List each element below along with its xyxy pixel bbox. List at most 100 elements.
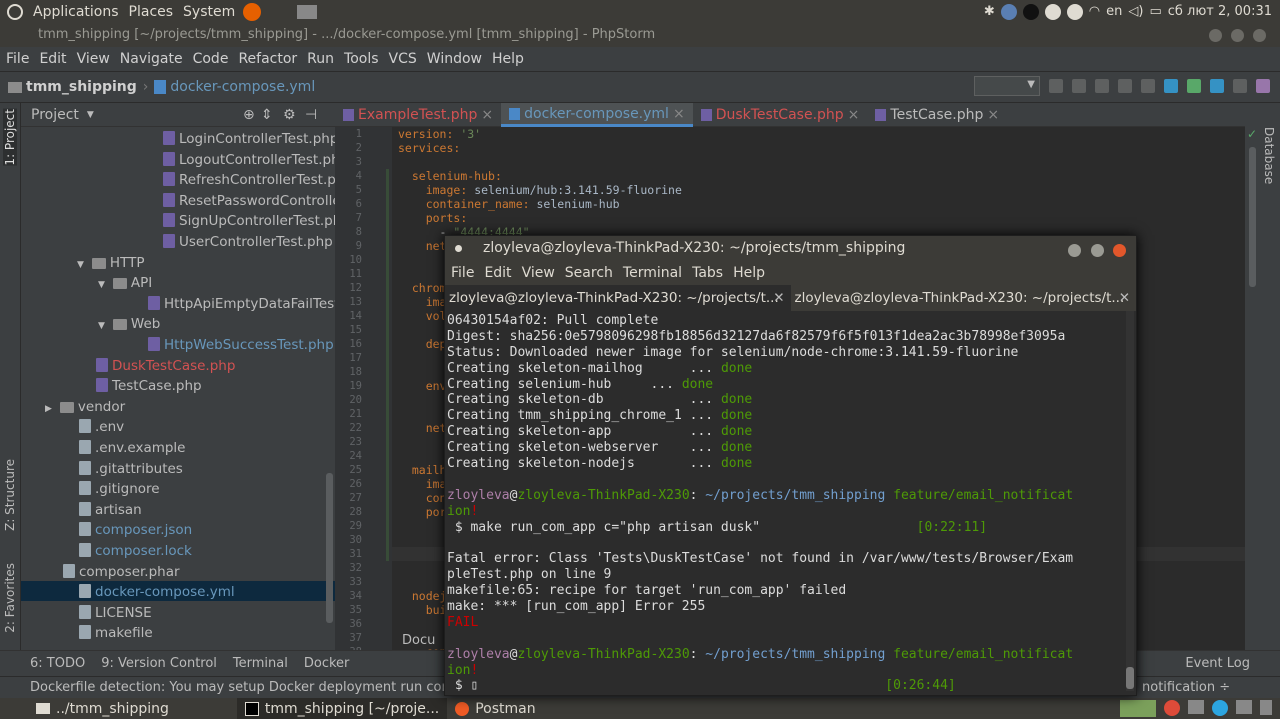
run-config-dropdown[interactable]: ▼ [974,76,1040,96]
close-icon[interactable]: ✕ [1119,285,1130,311]
tree-item[interactable]: composer.phar [21,562,335,582]
editor-tab[interactable]: docker-compose.yml × [501,103,693,127]
menu-file[interactable]: File [6,51,29,67]
tree-item[interactable]: docker-compose.yml [21,582,335,602]
tree-item[interactable]: makefile [21,623,335,643]
tree-item[interactable]: LoginControllerTest.php [21,129,335,149]
terminal-minimize-button[interactable] [1068,244,1082,257]
collapse-icon[interactable]: ⇕ [261,107,273,123]
tree-item[interactable]: SignUpControllerTest.php [21,211,335,231]
trash-icon[interactable] [1260,700,1272,715]
profile-icon[interactable] [1118,79,1132,93]
terminal-launcher-icon[interactable] [297,4,318,19]
terminal-tab-2[interactable]: zloyleva@zloyleva-ThinkPad-X230: ~/proje… [791,285,1137,311]
tree-item[interactable]: ResetPasswordControllerTe [21,191,335,211]
chrome-icon[interactable] [1164,700,1180,716]
menu-window[interactable]: Window [427,51,482,67]
task-phpstorm[interactable]: tmm_shipping [~/proje... [236,698,448,719]
locate-icon[interactable]: ⊕ [243,107,255,123]
tree-item[interactable]: .env.example [21,438,335,458]
terminal-menu-terminal[interactable]: Terminal [623,265,682,281]
revert-icon[interactable] [1256,79,1270,93]
menu-edit[interactable]: Edit [39,51,66,67]
close-button[interactable] [1253,29,1266,42]
menu-run[interactable]: Run [307,51,334,67]
menu-code[interactable]: Code [193,51,229,67]
volume-icon[interactable]: ◁) [1128,4,1143,19]
tray-app-icon[interactable] [1000,3,1017,20]
tree-item[interactable]: TestCase.php [21,376,335,396]
menu-navigate[interactable]: Navigate [120,51,183,67]
chevron-down-icon[interactable]: ▼ [87,110,94,120]
vcs-commit-icon[interactable] [1187,79,1201,93]
bluetooth-icon[interactable]: ✱ [984,4,995,19]
vcs-compare-icon[interactable] [1210,79,1224,93]
chevron-down-icon[interactable]: ▼ [77,260,84,270]
terminal-menu-file[interactable]: File [451,265,474,281]
tree-item[interactable]: LICENSE [21,603,335,623]
notification-indicator[interactable]: notification ÷ [1142,677,1230,698]
close-icon[interactable]: ✕ [773,285,784,311]
version-control-tool-tab[interactable]: 9: Version Control [101,656,217,671]
tree-item[interactable]: ▶ vendor [21,397,335,417]
tree-item[interactable]: RefreshControllerTest.php [21,170,335,190]
tree-item[interactable]: ▼ HTTP [21,253,335,273]
menu-refactor[interactable]: Refactor [238,51,297,67]
ubuntu-logo-icon[interactable] [7,3,23,20]
editor-footer-tab[interactable]: Docu [402,633,435,648]
terminal-output[interactable]: 06430154af02: Pull complete Digest: sha25… [445,311,1136,695]
database-tool-tab[interactable]: Database [1262,127,1276,184]
workspace-switcher-icon[interactable] [1120,700,1156,717]
tree-item[interactable]: composer.json [21,520,335,540]
stop-icon[interactable] [1141,79,1155,93]
terminal-close-button[interactable] [1113,244,1126,257]
window2-icon[interactable] [1236,700,1252,714]
terminal-menu-search[interactable]: Search [565,265,613,281]
editor-tab[interactable]: TestCase.php × [867,103,1007,127]
tree-item[interactable]: HttpApiEmptyDataFailTest.ph [21,294,335,314]
tree-item[interactable]: LogoutControllerTest.php [21,150,335,170]
tree-item[interactable]: .gitattributes [21,459,335,479]
vcs-history-icon[interactable] [1233,79,1247,93]
tray-record-icon[interactable] [1044,3,1061,20]
terminal-scroll-thumb[interactable] [1126,667,1134,689]
coverage-icon[interactable] [1095,79,1109,93]
terminal-menu-help[interactable]: Help [733,265,765,281]
maximize-button[interactable] [1230,29,1244,42]
language-indicator[interactable]: en [1106,4,1122,19]
tree-item[interactable]: .gitignore [21,479,335,499]
places-menu[interactable]: Places [129,4,174,20]
wifi-icon[interactable]: ◠ [1089,4,1100,19]
tree-item[interactable]: DuskTestCase.php [21,356,335,376]
firefox-icon[interactable] [243,2,262,21]
battery-icon[interactable]: ▭ [1149,4,1161,19]
upwork-icon[interactable] [1022,3,1039,20]
event-log-tool-tab[interactable]: Event Log [1185,656,1250,671]
run-icon[interactable] [1049,79,1063,93]
menu-tools[interactable]: Tools [344,51,379,67]
todo-tool-tab[interactable]: 6: TODO [30,656,85,671]
breadcrumb-file[interactable]: docker-compose.yml [170,79,315,95]
system-menu[interactable]: System [183,4,235,20]
gear-icon[interactable]: ⚙ [283,107,296,123]
menu-help[interactable]: Help [492,51,524,67]
terminal-menu-tabs[interactable]: Tabs [692,265,723,281]
terminal-tab-1[interactable]: zloyleva@zloyleva-ThinkPad-X230: ~/proje… [445,285,791,311]
vcs-update-icon[interactable] [1164,79,1178,93]
telegram-icon[interactable] [1212,700,1228,716]
menu-vcs[interactable]: VCS [389,51,417,67]
task-file-manager[interactable]: ../tmm_shipping [28,698,177,719]
project-tool-tab[interactable]: 1: Project [3,109,17,166]
structure-tool-tab[interactable]: Z: Structure [3,459,17,531]
editor-scrollbar[interactable] [1249,147,1256,287]
tree-item[interactable]: composer.lock [21,541,335,561]
breadcrumb-project[interactable]: tmm_shipping [26,79,137,95]
applications-menu[interactable]: Applications [33,4,119,20]
chevron-down-icon[interactable]: ▼ [98,321,105,331]
terminal-tool-tab[interactable]: Terminal [233,656,288,671]
tree-item[interactable]: ▼ API [21,273,335,293]
hide-icon[interactable]: ⊣ [305,107,317,123]
window-icon[interactable] [1188,700,1204,714]
minimize-button[interactable] [1208,29,1222,42]
editor-tab[interactable]: ExampleTest.php × [335,103,501,127]
